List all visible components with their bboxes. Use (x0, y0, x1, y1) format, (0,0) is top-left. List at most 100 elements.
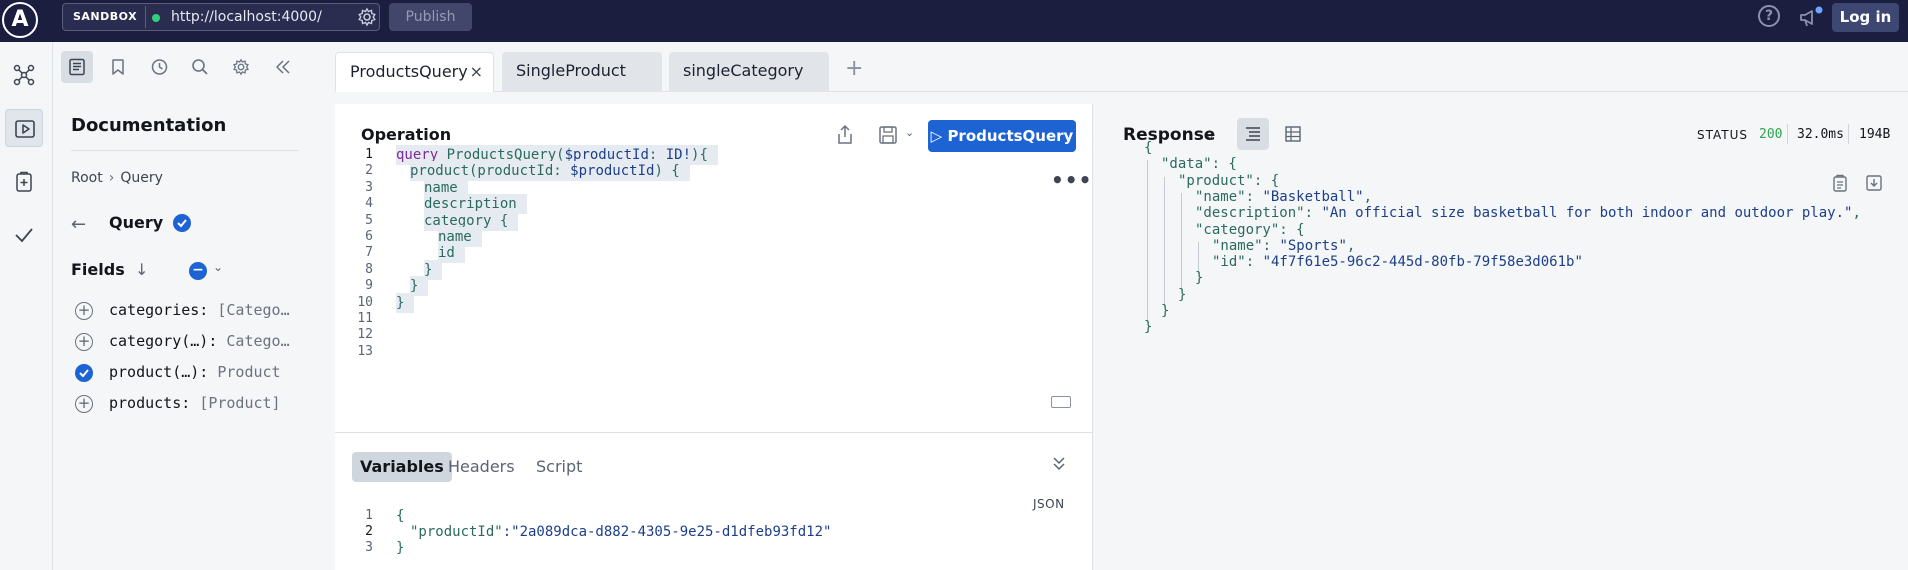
code-text: { (396, 508, 405, 524)
bookmark-icon[interactable] (102, 51, 134, 83)
response-time: 32.0ms (1797, 127, 1844, 142)
documentation-title: Documentation (71, 115, 227, 136)
fields-header: Fields ↓ − ⌄ (71, 260, 311, 284)
help-icon[interactable]: ? (1758, 5, 1780, 27)
publish-button[interactable]: Publish (389, 3, 472, 31)
divider (71, 150, 299, 151)
left-rail (0, 42, 53, 570)
copy-icon[interactable] (1831, 174, 1849, 192)
add-tab-icon[interactable]: + (845, 56, 863, 81)
close-icon[interactable]: × (470, 53, 483, 91)
field-type[interactable]: Catego… (226, 332, 289, 350)
search-icon[interactable] (184, 51, 216, 83)
check-circle-icon[interactable] (75, 364, 93, 382)
field-categories[interactable]: + categories: [Catego… (75, 300, 315, 322)
response-line: } (1178, 286, 1187, 303)
response-pane: Response ⌄ STATUS 200 32.0ms 194B {"data… (1093, 104, 1908, 570)
field-name: categories: (109, 301, 218, 319)
tab-singleproduct[interactable]: SingleProduct (502, 52, 662, 92)
checks-clipboard-icon[interactable] (5, 163, 43, 201)
collapse-chevrons-icon[interactable] (1051, 455, 1067, 471)
status-code: 200 (1759, 127, 1783, 142)
collapse-panel-icon[interactable] (267, 51, 299, 83)
chevron-down-icon[interactable]: ⌄ (1205, 128, 1215, 142)
breadcrumb: Root › Query (71, 170, 163, 186)
play-icon: ▷ (930, 127, 943, 145)
response-size: 194B (1859, 127, 1891, 142)
indent-guide (1147, 160, 1148, 324)
back-arrow-icon[interactable]: ← (71, 214, 86, 235)
apollo-logo-icon[interactable]: A (2, 2, 38, 38)
tab-singlecategory[interactable]: singleCategory (669, 52, 829, 92)
keyboard-icon[interactable] (1051, 396, 1071, 408)
tab-productsquery[interactable]: ProductsQuery × (335, 52, 494, 92)
run-button-label: ProductsQuery (947, 127, 1074, 145)
response-line: } (1161, 303, 1170, 319)
code-text: } (396, 292, 415, 313)
field-type[interactable]: Product (217, 363, 280, 381)
field-product[interactable]: product(…): Product (75, 362, 315, 384)
divider (1848, 124, 1849, 144)
deselect-all-icon[interactable]: − (189, 262, 207, 280)
operation-title: Operation (361, 125, 452, 144)
status-label: STATUS (1697, 128, 1749, 142)
history-icon[interactable] (143, 51, 175, 83)
share-icon[interactable] (835, 124, 855, 146)
gear-icon[interactable] (357, 7, 377, 27)
fields-label: Fields (71, 260, 125, 279)
table-view-icon[interactable] (1277, 118, 1309, 150)
response-line: "id": "4f7f61e5-96c2-445d-80fb-79f58e3d0… (1212, 254, 1583, 271)
field-name: category(…): (109, 332, 227, 350)
explorer-play-icon[interactable] (5, 109, 43, 147)
breadcrumb-query[interactable]: Query (120, 170, 163, 186)
megaphone-icon[interactable] (1798, 5, 1824, 29)
indent-guide (1181, 192, 1182, 291)
indent-guide (1164, 176, 1165, 307)
variables-pane: Variables Headers Script JSON 1{2 "produc… (335, 433, 1093, 570)
save-icon[interactable] (877, 124, 899, 146)
sandbox-badge: SANDBOX (65, 6, 147, 28)
line-number: 3 (365, 540, 373, 555)
field-category[interactable]: + category(…): Catego… (75, 331, 315, 353)
tab-label: ProductsQuery (350, 62, 468, 81)
sort-arrow-icon[interactable]: ↓ (135, 260, 148, 279)
tab-headers[interactable]: Headers (440, 452, 523, 482)
chevron-down-icon[interactable]: ⌄ (905, 126, 914, 139)
checkmark-icon[interactable] (5, 216, 43, 254)
current-type-label: Query (109, 213, 164, 232)
run-query-button[interactable]: ▷ ProductsQuery (928, 120, 1076, 152)
tab-script[interactable]: Script (528, 452, 590, 482)
add-field-icon[interactable]: + (75, 333, 93, 351)
endpoint-url[interactable]: http://localhost:4000/ (171, 4, 322, 30)
operation-pane: Operation ⌄ ▷ ProductsQuery ••• 1 query P… (335, 104, 1093, 434)
docs-icon[interactable] (61, 51, 93, 83)
response-line: } (1144, 319, 1153, 336)
tab-variables[interactable]: Variables (352, 452, 452, 482)
field-type[interactable]: [Catego… (217, 301, 289, 319)
json-view-icon[interactable] (1237, 118, 1269, 150)
gear-icon[interactable] (225, 51, 257, 83)
field-products[interactable]: + products: [Product] (75, 393, 315, 415)
field-type[interactable]: [Product] (199, 394, 280, 412)
more-options-icon[interactable]: ••• (1051, 168, 1092, 192)
breadcrumb-root[interactable]: Root (71, 170, 103, 186)
add-field-icon[interactable]: + (75, 395, 93, 413)
tab-label: singleCategory (683, 61, 804, 80)
schema-graph-icon[interactable] (5, 56, 43, 94)
check-circle-icon (173, 214, 191, 232)
endpoint-url-box[interactable]: SANDBOX http://localhost:4000/ (62, 3, 380, 31)
add-field-icon[interactable]: + (75, 302, 93, 320)
format-label: JSON (1033, 497, 1065, 511)
response-line: } (1195, 270, 1204, 287)
response-line: { (1144, 140, 1153, 156)
field-name: product(…): (109, 363, 218, 381)
login-button[interactable]: Log in (1832, 3, 1899, 32)
field-name: products: (109, 394, 200, 412)
download-icon[interactable] (1865, 174, 1883, 192)
response-title[interactable]: Response (1123, 125, 1215, 145)
divider (1787, 124, 1788, 144)
chevron-down-icon[interactable]: ⌄ (213, 260, 223, 274)
code-text: "productId":"2a089dca-d882-4305-9e25-d1d… (410, 524, 832, 540)
breadcrumb-separator: › (108, 170, 115, 186)
connection-status-dot (152, 14, 160, 22)
